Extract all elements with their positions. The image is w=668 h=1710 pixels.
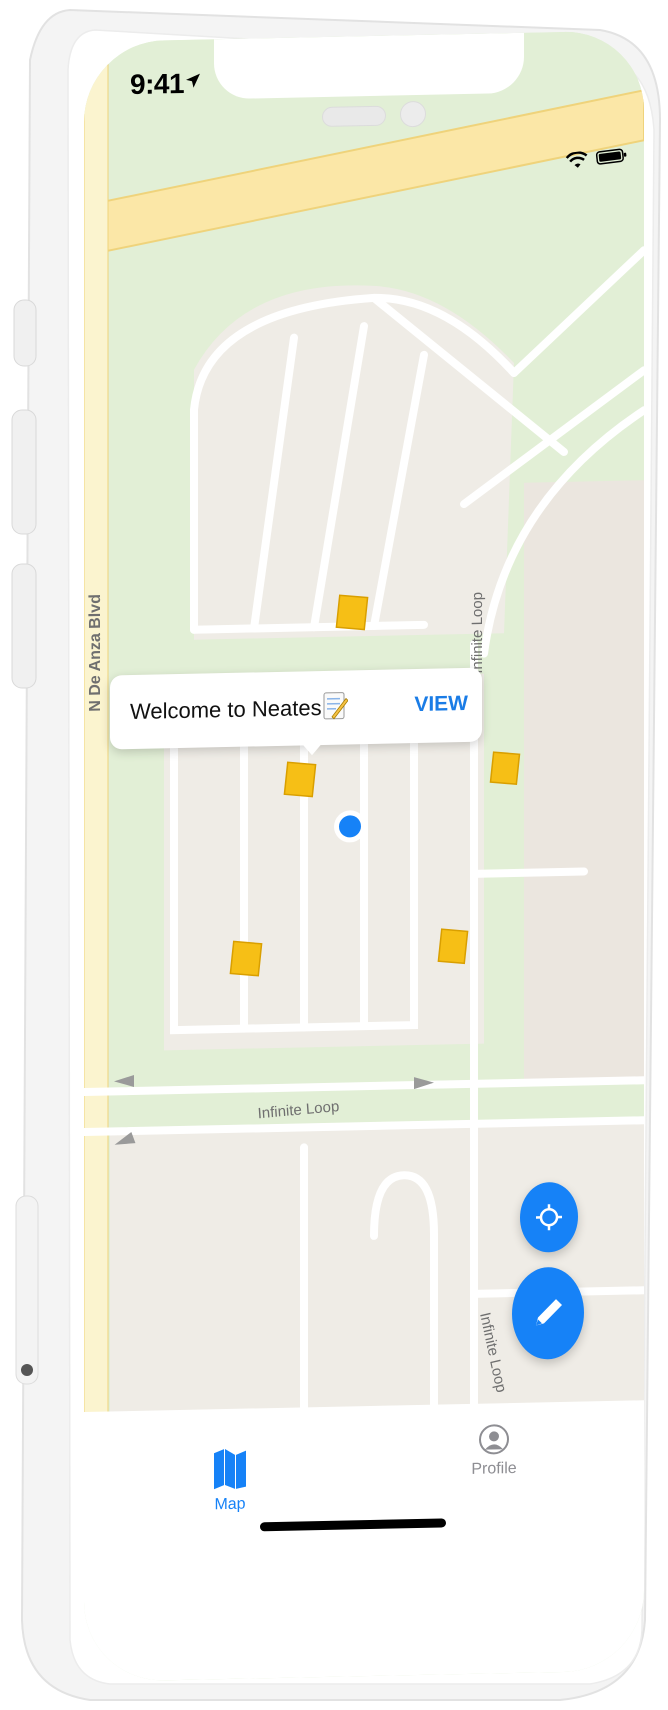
- profile-icon: [479, 1424, 509, 1455]
- note-marker[interactable]: [437, 928, 469, 965]
- sim-tray: [15, 1195, 39, 1385]
- callout-text: Welcome to Neates!: [130, 694, 328, 725]
- location-arrow-icon: [186, 73, 200, 88]
- view-button[interactable]: VIEW: [414, 692, 468, 717]
- home-indicator: [260, 1518, 446, 1532]
- tab-profile[interactable]: Profile: [454, 1423, 534, 1480]
- volume-up-button: [11, 409, 37, 535]
- volume-down-button: [11, 563, 37, 689]
- battery-icon: [595, 148, 627, 165]
- note-callout[interactable]: Welcome to Neates! VIEW: [110, 667, 482, 756]
- screen: N De Anza Blvd Infinite Loop Infinite Lo…: [84, 30, 644, 1683]
- pencil-icon: [536, 1299, 562, 1326]
- note-marker[interactable]: [335, 594, 369, 631]
- callout-pointer: [300, 740, 324, 756]
- tab-map[interactable]: Map: [190, 1446, 270, 1515]
- memo-icon: [323, 692, 348, 720]
- tab-map-label: Map: [214, 1495, 246, 1514]
- note-marker[interactable]: [283, 761, 317, 798]
- note-marker[interactable]: [229, 940, 263, 977]
- road-label-n-de-anza: N De Anza Blvd: [87, 594, 104, 712]
- notch: [214, 32, 524, 100]
- speaker-grille: [322, 105, 386, 128]
- wifi-icon: [565, 151, 588, 168]
- status-time: 9:41: [130, 67, 185, 101]
- note-marker[interactable]: [489, 751, 521, 786]
- road-label-infinite-loop-1: Infinite Loop: [469, 592, 486, 674]
- mute-switch: [13, 299, 37, 367]
- tab-profile-label: Profile: [471, 1459, 517, 1478]
- map-icon: [214, 1449, 246, 1490]
- locate-icon: [536, 1204, 562, 1231]
- tab-bar: Map Profile: [84, 1400, 644, 1682]
